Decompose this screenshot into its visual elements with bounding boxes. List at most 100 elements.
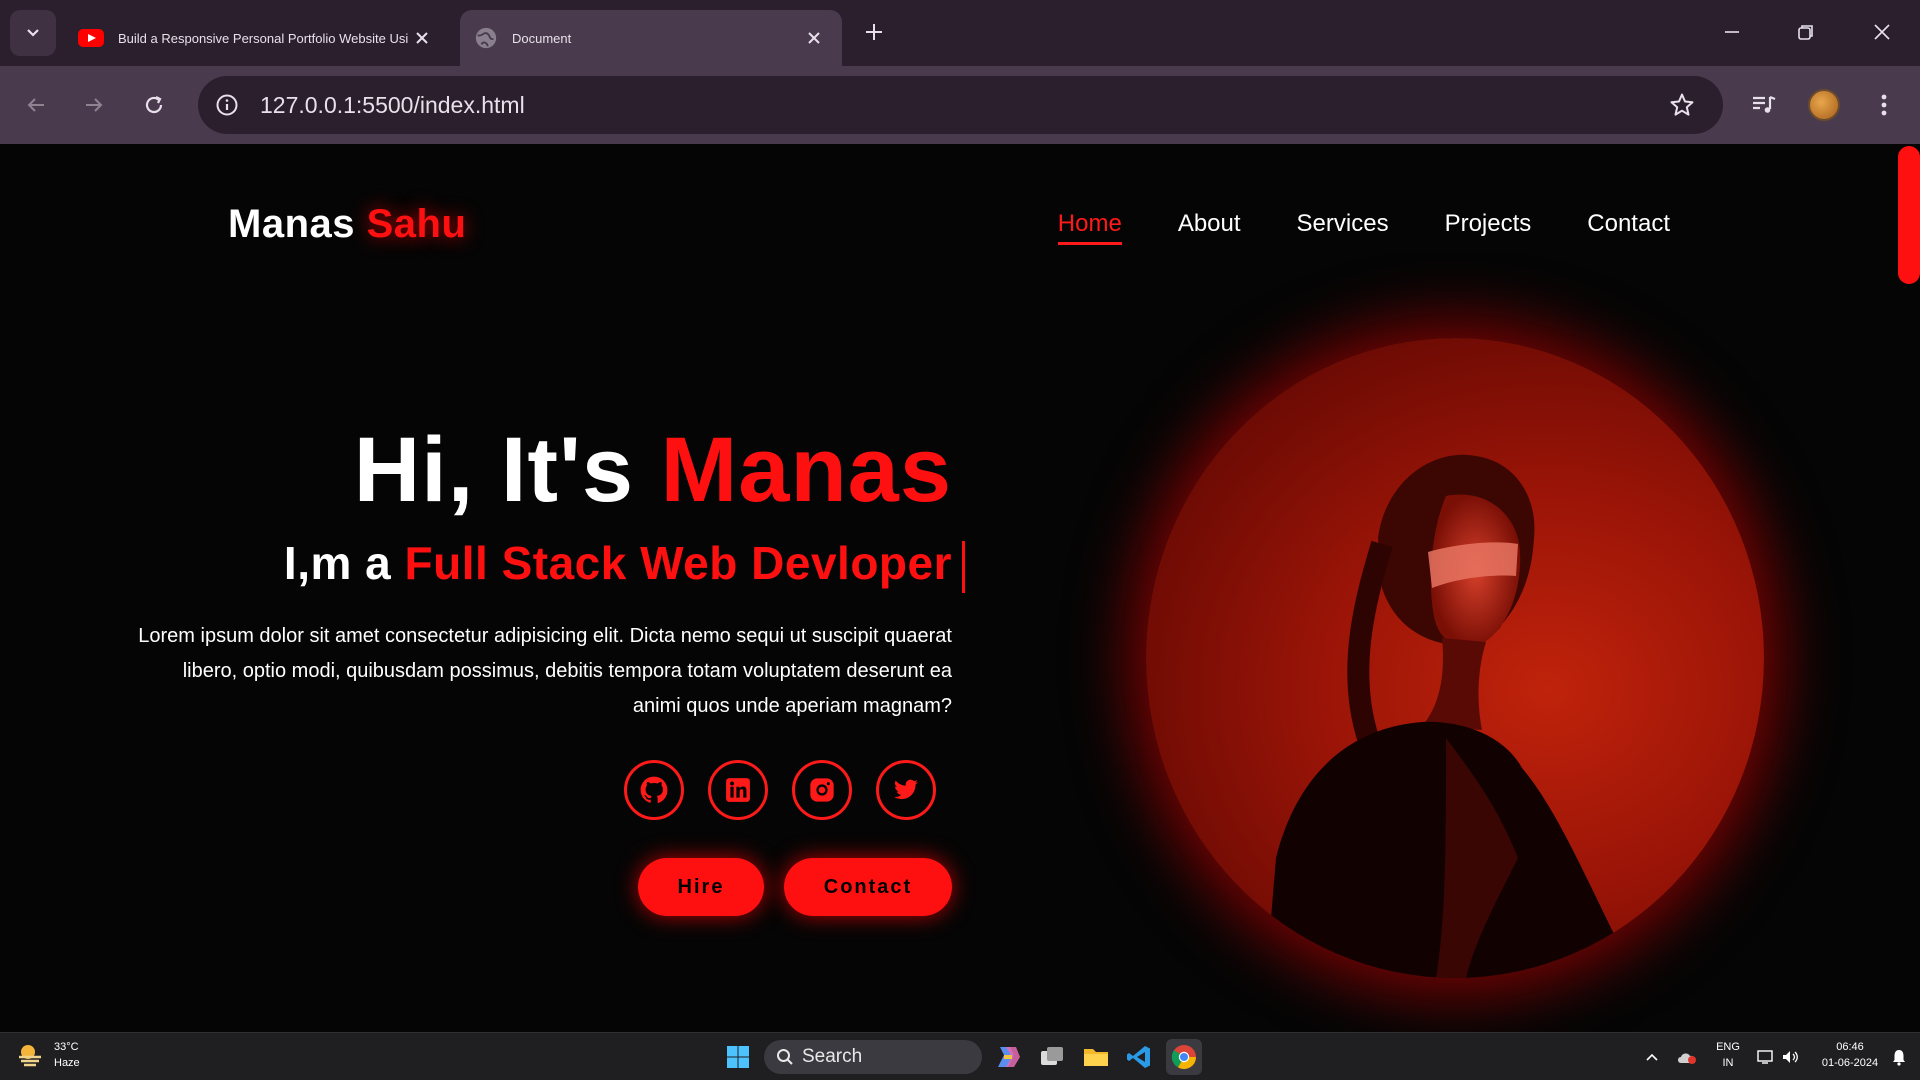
playlist-icon (1753, 95, 1776, 113)
task-view-icon (1041, 1047, 1063, 1065)
logo-last-name: Sahu (366, 202, 467, 246)
youtube-icon (78, 29, 104, 47)
nav-projects[interactable]: Projects (1445, 210, 1532, 245)
media-controls-button[interactable] (1744, 85, 1784, 125)
page-scrollbar[interactable] (1898, 146, 1920, 284)
windows-taskbar: 33°C Haze Search ENG IN 06:46 01-06-2024 (0, 1032, 1920, 1080)
address-bar[interactable]: 127.0.0.1:5500/index.html (198, 76, 1723, 134)
instagram-icon (810, 778, 834, 802)
close-tab-icon[interactable] (800, 24, 828, 52)
site-logo[interactable]: Manas Sahu (228, 202, 466, 247)
close-icon (1874, 24, 1890, 40)
taskbar-search[interactable]: Search (764, 1040, 982, 1074)
hero-role: I,m a Full Stack Web Devloper (52, 536, 965, 593)
nav-contact[interactable]: Contact (1587, 210, 1670, 245)
copilot-app[interactable] (990, 1039, 1026, 1075)
minimize-button[interactable] (1708, 14, 1756, 50)
hire-button[interactable]: Hire (638, 858, 764, 916)
display-icon (1757, 1050, 1773, 1064)
contact-button[interactable]: Contact (784, 858, 952, 916)
nav-services[interactable]: Services (1297, 210, 1389, 245)
weather-condition: Haze (54, 1057, 80, 1069)
browser-tab-bar: Build a Responsive Personal Portfolio We… (0, 0, 1920, 66)
new-tab-button[interactable] (858, 16, 890, 48)
instagram-link[interactable] (792, 760, 852, 820)
onedrive-status[interactable] (1672, 1039, 1702, 1075)
windows-icon (727, 1046, 749, 1068)
search-icon (777, 1049, 793, 1065)
linkedin-icon (726, 778, 750, 802)
globe-icon (475, 27, 497, 49)
vscode-app[interactable] (1121, 1039, 1157, 1075)
greeting-name: Manas (660, 419, 952, 521)
github-link[interactable] (624, 760, 684, 820)
bookmark-button[interactable] (1659, 82, 1705, 128)
twitter-link[interactable] (876, 760, 936, 820)
start-button[interactable] (720, 1039, 756, 1075)
hero-greeting: Hi, It's Manas (52, 424, 952, 516)
tab-document[interactable]: Document (460, 10, 842, 66)
role-prefix: I,m a (283, 537, 405, 589)
restore-button[interactable] (1782, 14, 1830, 50)
typing-cursor (962, 540, 965, 593)
role-title: Full Stack Web Devloper (404, 537, 952, 589)
more-vertical-icon (1881, 94, 1887, 116)
system-clock[interactable]: 06:46 01-06-2024 (1810, 1039, 1890, 1071)
minimize-icon (1725, 31, 1739, 33)
notifications-button[interactable] (1886, 1039, 1912, 1075)
file-explorer-app[interactable] (1078, 1039, 1114, 1075)
greeting-prefix: Hi, It's (353, 419, 661, 521)
profile-button[interactable] (1804, 85, 1844, 125)
chevron-up-icon (1646, 1053, 1658, 1061)
url-text[interactable]: 127.0.0.1:5500/index.html (260, 92, 1659, 119)
nav-about[interactable]: About (1178, 210, 1241, 245)
haze-icon (19, 1045, 41, 1067)
social-links (624, 760, 936, 820)
browser-menu-button[interactable] (1864, 85, 1904, 125)
show-hidden-icons[interactable] (1640, 1039, 1664, 1075)
profile-photo (1146, 338, 1764, 978)
portfolio-page: Manas Sahu Home About Services Projects … (0, 144, 1920, 1032)
network-status[interactable] (1754, 1039, 1778, 1075)
restore-icon (1798, 25, 1813, 40)
lang-line1: ENG (1716, 1041, 1740, 1053)
nav-home[interactable]: Home (1057, 210, 1122, 245)
folder-icon (1084, 1049, 1108, 1066)
reload-button[interactable] (134, 85, 174, 125)
volume-control[interactable] (1778, 1039, 1802, 1075)
twitter-icon (894, 779, 918, 800)
reload-icon (145, 96, 163, 114)
lang-line2: IN (1722, 1057, 1734, 1069)
hero-buttons: Hire Contact (638, 858, 952, 916)
cloud-icon (1678, 1053, 1696, 1064)
arrow-left-icon (27, 98, 44, 112)
clock-time: 06:46 (1836, 1041, 1864, 1053)
search-label: Search (802, 1046, 863, 1067)
tab-search-button[interactable] (10, 10, 56, 56)
browser-toolbar: 127.0.0.1:5500/index.html (0, 66, 1920, 144)
logo-first-name: Manas (228, 202, 367, 246)
close-window-button[interactable] (1858, 14, 1906, 50)
github-icon (640, 776, 668, 803)
close-tab-icon[interactable] (408, 24, 436, 52)
portrait-illustration (1266, 454, 1616, 978)
tab-title: Document (512, 30, 572, 46)
tab-youtube[interactable]: Build a Responsive Personal Portfolio We… (64, 10, 450, 66)
chrome-app[interactable] (1166, 1039, 1202, 1075)
arrow-right-icon (86, 98, 103, 112)
plus-icon (866, 24, 882, 40)
clock-date: 01-06-2024 (1821, 1057, 1879, 1069)
main-nav: Home About Services Projects Contact (1057, 210, 1670, 245)
avatar (1808, 89, 1840, 121)
speaker-icon (1783, 1051, 1798, 1063)
site-info-button[interactable] (204, 82, 250, 128)
bell-icon (1893, 1050, 1905, 1066)
task-view-button[interactable] (1034, 1039, 1070, 1075)
chrome-icon (1171, 1045, 1196, 1070)
forward-button[interactable] (74, 85, 114, 125)
language-indicator[interactable]: ENG IN (1712, 1039, 1744, 1071)
weather-temp: 33°C (54, 1041, 79, 1053)
linkedin-link[interactable] (708, 760, 768, 820)
back-button[interactable] (16, 85, 56, 125)
weather-widget[interactable]: 33°C Haze (16, 1039, 80, 1071)
